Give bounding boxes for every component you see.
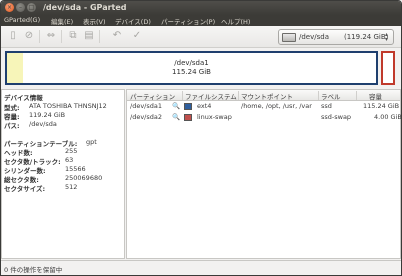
cell-size: 4.00 GiB xyxy=(374,113,402,121)
column-separator xyxy=(238,91,239,100)
column-header-mountpoint[interactable]: マウントポイント xyxy=(241,91,293,101)
cell-partition: /dev/sda2 xyxy=(130,113,162,121)
cell-mountpoint: /home, /opt, /usr, /var xyxy=(241,102,312,110)
column-separator xyxy=(318,91,319,100)
cell-label: ssd xyxy=(321,102,332,110)
close-icon: × xyxy=(6,4,13,11)
menu-partition[interactable]: パーティション(P) xyxy=(161,16,215,26)
column-separator xyxy=(182,91,183,100)
menu-device[interactable]: デバイス(D) xyxy=(115,16,151,26)
device-selector[interactable]: /dev/sda (119.24 GiB) ▴ ▾ xyxy=(278,29,394,45)
resize-move-icon[interactable]: ⇔ xyxy=(45,30,57,42)
info-value-partition-table: gpt xyxy=(86,138,97,146)
partition-list-header: パーティション ファイルシステム マウントポイント ラベル 容量 xyxy=(127,90,400,101)
table-row[interactable]: /dev/sda1 🔍 ext4 /home, /opt, /usr, /var… xyxy=(127,101,400,112)
minimize-window-button[interactable]: – xyxy=(16,3,25,12)
partition-block-sda1[interactable]: /dev/sda1 115.24 GiB xyxy=(5,51,378,85)
column-header-partition[interactable]: パーティション xyxy=(130,91,175,101)
paste-icon[interactable]: ▤ xyxy=(83,30,95,42)
delete-icon[interactable]: ⊘ xyxy=(23,30,35,42)
gparted-window: × – □ /dev/sda - GParted GParted(G) 編集(E… xyxy=(0,0,402,276)
mounted-key-icon: 🔍 xyxy=(172,102,181,110)
toolbar-separator xyxy=(61,30,62,43)
cell-filesystem: ext4 xyxy=(197,102,212,110)
status-bar: 0 件の操作を保留中 xyxy=(1,260,401,275)
info-value-path: /dev/sda xyxy=(29,120,57,128)
apply-icon[interactable]: ✓ xyxy=(131,30,143,42)
device-selector-size: (119.24 GiB) xyxy=(344,33,389,41)
device-info-heading: デバイス情報 xyxy=(4,94,43,102)
filesystem-color-swatch xyxy=(184,103,192,110)
maximize-window-button[interactable]: □ xyxy=(27,3,36,12)
new-partition-icon[interactable]: ▯ xyxy=(7,30,19,42)
info-label-path: パス: xyxy=(4,122,20,130)
maximize-icon: □ xyxy=(28,4,35,11)
mounted-key-icon: 🔍 xyxy=(172,113,181,121)
cell-size: 115.24 GiB xyxy=(363,102,400,110)
info-label-sector-size: セクタサイズ: xyxy=(4,185,46,193)
info-value-sectors-track: 63 xyxy=(65,156,74,164)
menu-edit[interactable]: 編集(E) xyxy=(51,16,73,26)
partition-block-sda2[interactable] xyxy=(381,51,395,85)
updown-arrow-icon: ▴ ▾ xyxy=(385,31,389,43)
menu-help[interactable]: ヘルプ(H) xyxy=(221,16,250,26)
partition-list: パーティション ファイルシステム マウントポイント ラベル 容量 /dev/sd… xyxy=(126,89,401,259)
info-value-cylinders: 15566 xyxy=(65,165,86,173)
cell-label: ssd-swap xyxy=(321,113,352,121)
harddisk-icon xyxy=(282,33,296,42)
info-value-sector-size: 512 xyxy=(65,183,78,191)
undo-icon[interactable]: ↶ xyxy=(111,30,123,42)
device-info-panel: デバイス情報 型式: ATA TOSHIBA THNSNJ12 容量: 119.… xyxy=(1,89,125,259)
title-bar: × – □ /dev/sda - GParted xyxy=(1,1,401,15)
toolbar-separator xyxy=(39,30,40,43)
disk-map: /dev/sda1 115.24 GiB xyxy=(1,48,401,88)
minimize-icon: – xyxy=(19,4,22,11)
column-header-filesystem[interactable]: ファイルシステム xyxy=(185,91,237,101)
column-separator xyxy=(356,91,357,100)
copy-icon[interactable]: ⧉ xyxy=(67,30,79,42)
info-value-size: 119.24 GiB xyxy=(29,111,66,119)
info-value-heads: 255 xyxy=(65,147,78,155)
cell-partition: /dev/sda1 xyxy=(130,102,162,110)
pending-operations-text: 0 件の操作を保留中 xyxy=(4,266,63,274)
menu-view[interactable]: 表示(V) xyxy=(83,16,106,26)
close-window-button[interactable]: × xyxy=(5,3,14,12)
menu-gparted[interactable]: GParted(G) xyxy=(4,16,40,24)
column-header-size[interactable]: 容量 xyxy=(369,91,382,101)
toolbar-separator xyxy=(99,30,100,43)
table-row[interactable]: /dev/sda2 🔍 linux-swap ssd-swap 4.00 GiB xyxy=(127,112,402,123)
partition-block-size: 115.24 GiB xyxy=(172,68,211,76)
filesystem-color-swatch xyxy=(184,114,192,121)
info-value-total-sectors: 250069680 xyxy=(65,174,103,182)
window-title: /dev/sda - GParted xyxy=(43,3,127,12)
column-header-label[interactable]: ラベル xyxy=(321,91,341,101)
info-value-model: ATA TOSHIBA THNSNJ12 xyxy=(29,102,107,110)
toolbar: ▯ ⊘ ⇔ ⧉ ▤ ↶ ✓ /dev/sda (119.24 GiB) ▴ ▾ xyxy=(1,26,401,48)
cell-filesystem: linux-swap xyxy=(197,113,232,121)
partition-block-name: /dev/sda1 xyxy=(174,59,209,67)
device-selector-name: /dev/sda xyxy=(299,33,329,41)
menu-bar: GParted(G) 編集(E) 表示(V) デバイス(D) パーティション(P… xyxy=(1,15,401,26)
